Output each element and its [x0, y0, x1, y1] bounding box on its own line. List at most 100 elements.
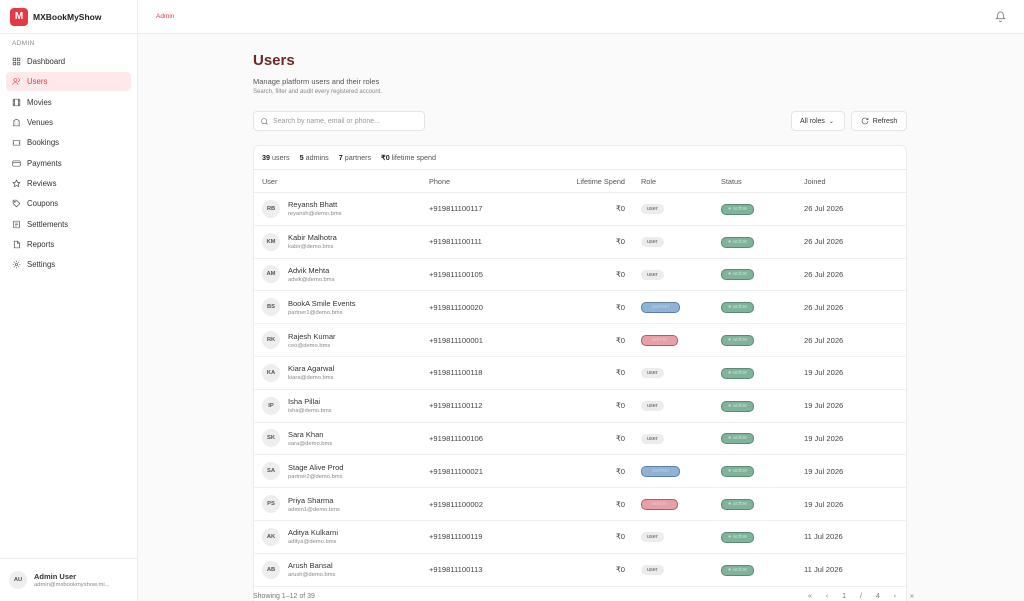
role-cell: admin: [641, 498, 721, 511]
user-email: partner1@demo.bms: [288, 309, 343, 316]
phone-cell: +919811100001: [429, 335, 483, 345]
refresh-button[interactable]: Refresh: [851, 111, 907, 131]
table-row[interactable]: KM Kabir Malhotra kabir@demo.bms +919811100…: [254, 226, 906, 259]
user-name: Isha Pillai: [288, 397, 321, 407]
phone-cell: +919811100106: [429, 433, 483, 443]
col-phone[interactable]: Phone: [429, 177, 537, 186]
page-subtitle: Manage platform users and their roles: [253, 77, 380, 86]
phone-cell: +919811100117: [429, 204, 483, 214]
status-cell: ● active: [721, 432, 804, 445]
role-filter-select[interactable]: All roles ⌄: [791, 111, 845, 131]
user-email: kabir@demo.bms: [288, 244, 334, 251]
pagination-controls[interactable]: « ‹ 1 / 4 › »: [808, 593, 920, 600]
table-row[interactable]: AM Advik Mehta advik@demo.bms +919811100105…: [254, 259, 906, 292]
user-cell: SK Sara Khan sara@demo.bms: [254, 429, 429, 448]
sidebar-item-movies[interactable]: Movies: [6, 93, 131, 112]
stat-partners: 7 partners: [338, 153, 372, 162]
col-spend[interactable]: Lifetime Spend: [537, 177, 641, 186]
avatar: SA: [262, 462, 280, 481]
search-input[interactable]: Search by name, email or phone...: [253, 111, 425, 131]
role-badge[interactable]: partner: [641, 302, 681, 314]
avatar: KA: [262, 363, 280, 382]
table-row[interactable]: PS Priya Sharma admin1@demo.bms +9198111000…: [254, 488, 906, 521]
phone-cell: +919811100002: [429, 499, 483, 509]
sidebar-item-label: Reports: [27, 240, 55, 250]
role-badge[interactable]: admin: [641, 335, 678, 347]
user-cell: RK Rajesh Kumar ceo@demo.bms: [254, 331, 429, 350]
table-row[interactable]: SA Stage Alive Prod partner2@demo.bms +9198…: [254, 455, 906, 489]
col-joined[interactable]: Joined: [804, 177, 906, 186]
sidebar-item-reviews[interactable]: Reviews: [6, 174, 131, 193]
toolbar: Search by name, email or phone... All ro…: [253, 111, 907, 131]
role-badge[interactable]: partner: [641, 466, 681, 478]
col-user[interactable]: User: [254, 177, 429, 186]
phone-cell: +919811100118: [429, 368, 483, 378]
sidebar-item-venues[interactable]: Venues: [6, 113, 131, 132]
sidebar-item-coupons[interactable]: Coupons: [6, 194, 131, 213]
table-row[interactable]: IP Isha Pillai isha@demo.bms +919811100112 ₹…: [254, 390, 906, 423]
joined-cell: 11 Jul 2026: [804, 532, 843, 542]
user-email: sara@demo.bms: [288, 440, 333, 447]
role-badge[interactable]: user: [641, 237, 664, 248]
user-cell: AK Aditya Kulkarni aditya@demo.bms: [254, 527, 429, 546]
sidebar-section-label: ADMIN: [12, 40, 35, 47]
joined-cell: 19 Jul 2026: [804, 466, 844, 476]
table-row[interactable]: AB Arush Bansal arush@demo.bms +91981110011…: [254, 554, 906, 587]
status-badge: ● active: [721, 564, 755, 576]
user-email: isha@demo.bms: [288, 408, 332, 415]
role-badge[interactable]: user: [641, 368, 664, 379]
sidebar-item-label: Users: [27, 77, 48, 87]
table-row[interactable]: AK Aditya Kulkarni aditya@demo.bms +9198111…: [254, 521, 906, 554]
ticket-icon: [12, 140, 21, 146]
sidebar-item-label: Venues: [27, 118, 54, 128]
table-row[interactable]: RK Rajesh Kumar ceo@demo.bms +919811100001 ₹…: [254, 324, 906, 357]
role-badge[interactable]: user: [641, 401, 664, 412]
status-cell: ● active: [721, 400, 804, 412]
sidebar-item-label: Bookings: [27, 138, 60, 148]
current-user[interactable]: AU Admin User admin@mxbookmyshow.mi...: [0, 558, 137, 601]
sidebar-item-bookings[interactable]: Bookings: [6, 133, 131, 152]
sidebar-item-reports[interactable]: Reports: [6, 235, 131, 254]
table-row[interactable]: KA Kiara Agarwal kiara@demo.bms +9198111001…: [254, 357, 906, 390]
role-badge[interactable]: user: [641, 433, 664, 444]
breadcrumb[interactable]: Admin: [156, 13, 174, 20]
sidebar-item-settings[interactable]: Settings: [6, 255, 131, 274]
role-badge[interactable]: admin: [641, 499, 678, 511]
role-cell: admin: [641, 334, 721, 347]
joined-cell: 19 Jul 2026: [804, 401, 844, 411]
sidebar-item-users[interactable]: Users: [6, 72, 131, 92]
joined-cell: 26 Jul 2026: [804, 237, 844, 247]
user-cell: AB Arush Bansal arush@demo.bms: [254, 560, 429, 579]
stat-users: 39 users: [262, 153, 290, 162]
sidebar-item-settlements[interactable]: Settlements: [6, 215, 131, 234]
user-cell: PS Priya Sharma admin1@demo.bms: [254, 495, 429, 514]
table-row[interactable]: BS BookA Smile Events partner1@demo.bms +91…: [254, 291, 906, 325]
table-row[interactable]: SK Sara Khan sara@demo.bms +919811100106 ₹0 u…: [254, 423, 906, 456]
table-header: User Phone Lifetime Spend Role Status Jo…: [254, 170, 906, 193]
table-row[interactable]: RB Reyansh Bhatt reyansh@demo.bms +91981110…: [254, 193, 906, 226]
col-role[interactable]: Role: [641, 177, 721, 186]
brand[interactable]: M MXBookMyShow: [0, 0, 137, 34]
user-email: admin1@demo.bms: [288, 506, 340, 513]
status-cell: ● active: [721, 531, 804, 543]
sidebar-item-dashboard[interactable]: Dashboard: [6, 52, 131, 71]
role-cell: user: [641, 367, 721, 379]
joined-cell: 19 Jul 2026: [804, 368, 844, 378]
role-cell: partner: [641, 465, 721, 478]
status-badge: ● active: [721, 269, 755, 281]
col-status[interactable]: Status: [721, 177, 804, 186]
role-badge[interactable]: user: [641, 269, 664, 280]
role-badge[interactable]: user: [641, 532, 664, 543]
file-icon: [13, 240, 20, 249]
sidebar-item-payments[interactable]: Payments: [6, 154, 131, 173]
user-email: admin@mxbookmyshow.mi...: [34, 582, 110, 588]
status-badge: ● active: [721, 335, 755, 347]
bell-icon[interactable]: [995, 11, 1006, 22]
brand-logo: M: [10, 7, 28, 26]
user-cell: IP Isha Pillai isha@demo.bms: [254, 396, 429, 415]
role-badge[interactable]: user: [641, 565, 664, 576]
building-icon: [13, 118, 20, 127]
status-badge: ● active: [721, 499, 755, 511]
role-badge[interactable]: user: [641, 204, 664, 215]
users-table-card: 39 users 5 admins 7 partners ₹0 lifetime…: [253, 145, 907, 601]
